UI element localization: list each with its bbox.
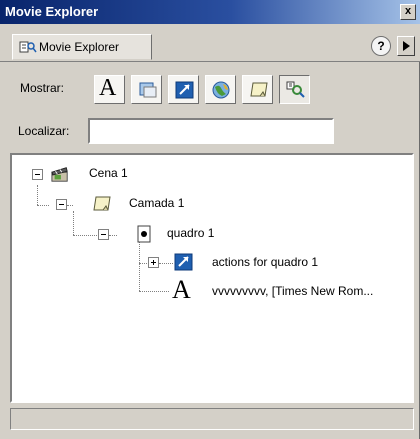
tree-collapse-toggle[interactable] bbox=[32, 169, 43, 180]
tab-row: Movie Explorer ? bbox=[0, 24, 420, 62]
help-icon: ? bbox=[377, 39, 385, 53]
show-buttons-movieclips-graphics-icon bbox=[139, 82, 157, 98]
tree-node-label[interactable]: actions for quadro 1 bbox=[212, 255, 318, 269]
tree-connector bbox=[37, 185, 38, 205]
tree-connector bbox=[73, 211, 74, 235]
scene-icon bbox=[51, 167, 68, 182]
status-bar bbox=[10, 408, 414, 430]
window-title: Movie Explorer bbox=[5, 4, 99, 19]
frame-icon bbox=[137, 225, 151, 243]
tree-expand-toggle[interactable] bbox=[148, 257, 159, 268]
text-icon: A bbox=[172, 275, 191, 304]
tree-connector bbox=[67, 205, 73, 206]
tree-collapse-toggle[interactable] bbox=[56, 199, 67, 210]
close-button[interactable]: x bbox=[400, 4, 416, 20]
movie-explorer-panel: Movie Explorer x Movie Explorer ? Mostra… bbox=[0, 0, 420, 439]
show-label: Mostrar: bbox=[20, 81, 65, 95]
panel-options-menu-button[interactable] bbox=[397, 36, 415, 56]
tree-connector bbox=[139, 241, 140, 291]
movie-tree[interactable]: Cena 1 Camada 1 quadro 1 actions for qua… bbox=[10, 153, 414, 403]
tree-connector bbox=[159, 263, 173, 264]
customize-items-icon bbox=[286, 81, 305, 98]
show-video-sounds-bitmaps-button[interactable] bbox=[205, 75, 236, 104]
close-icon: x bbox=[404, 5, 412, 17]
arrow-right-icon bbox=[403, 41, 410, 51]
show-text-icon: A bbox=[99, 75, 117, 101]
show-frames-layers-icon bbox=[250, 82, 268, 97]
layer-icon bbox=[93, 196, 111, 211]
movie-explorer-icon bbox=[19, 41, 37, 53]
show-text-button[interactable]: A bbox=[94, 75, 125, 104]
show-actionscripts-button[interactable] bbox=[168, 75, 199, 104]
find-label: Localizar: bbox=[18, 124, 70, 138]
show-buttons-movieclips-graphics-button[interactable] bbox=[131, 75, 162, 104]
actions-icon bbox=[174, 253, 193, 271]
tree-node-label[interactable]: vvvvvvvvv, [Times New Rom... bbox=[212, 284, 373, 298]
tree-node-label[interactable]: Camada 1 bbox=[129, 196, 184, 210]
tree-connector bbox=[139, 291, 169, 292]
show-actionscripts-icon bbox=[175, 81, 194, 99]
help-button[interactable]: ? bbox=[371, 36, 391, 56]
tree-collapse-toggle[interactable] bbox=[98, 229, 109, 240]
customize-items-button[interactable] bbox=[279, 75, 310, 104]
tree-connector bbox=[109, 235, 117, 236]
show-frames-layers-button[interactable] bbox=[242, 75, 273, 104]
tree-connector bbox=[37, 205, 49, 206]
tab-movie-explorer[interactable]: Movie Explorer bbox=[12, 34, 152, 60]
tree-node-label[interactable]: quadro 1 bbox=[167, 226, 214, 240]
title-bar[interactable]: Movie Explorer x bbox=[0, 0, 420, 24]
show-video-sounds-bitmaps-icon bbox=[212, 81, 230, 99]
tab-label: Movie Explorer bbox=[39, 40, 120, 54]
find-input[interactable] bbox=[88, 118, 334, 144]
tree-node-label[interactable]: Cena 1 bbox=[89, 166, 128, 180]
tree-connector bbox=[73, 235, 99, 236]
